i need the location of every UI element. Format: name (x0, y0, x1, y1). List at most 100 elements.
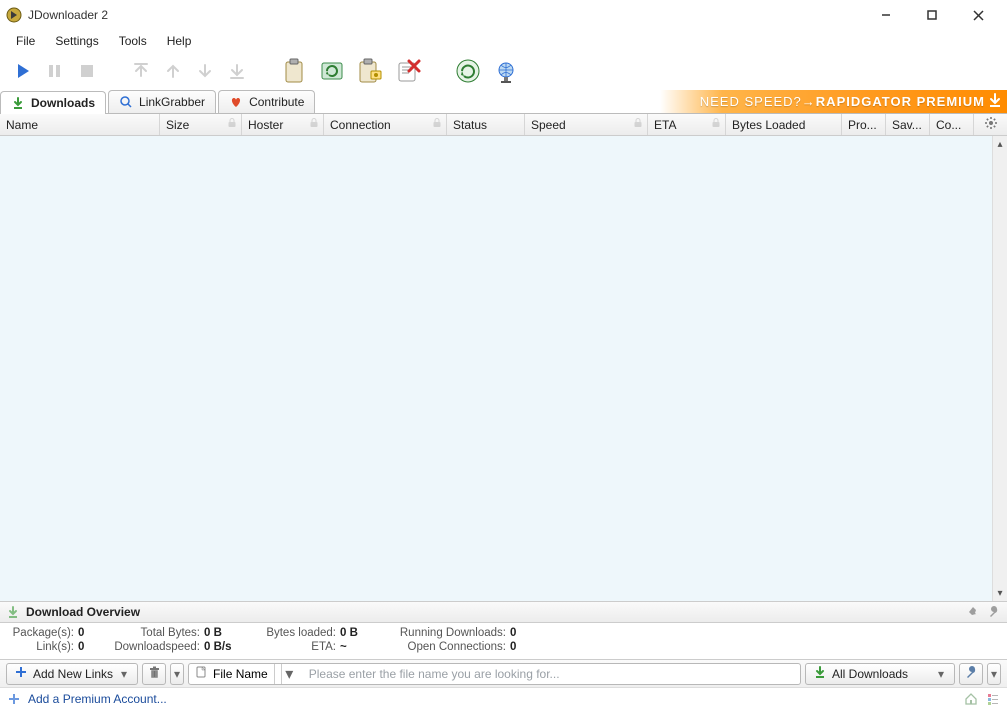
col-save-to[interactable]: Sav... (886, 114, 930, 135)
update-icon[interactable] (450, 53, 486, 89)
scroll-up-icon[interactable]: ▴ (993, 136, 1007, 152)
col-settings[interactable] (974, 114, 1007, 135)
globe-icon[interactable] (488, 53, 524, 89)
window-title: JDownloader 2 (28, 8, 108, 22)
gear-icon (985, 117, 997, 132)
tab-contribute[interactable]: Contribute (218, 90, 315, 113)
lock-icon (432, 117, 442, 131)
overview-totalbytes-label: Total Bytes: (96, 627, 204, 639)
col-connection[interactable]: Connection (324, 114, 447, 135)
tab-downloads[interactable]: Downloads (0, 91, 106, 114)
minimize-button[interactable] (863, 0, 909, 30)
scroll-down-icon[interactable]: ▾ (993, 585, 1007, 601)
tabs-row: Downloads LinkGrabber Contribute NEED SP… (0, 90, 1007, 114)
all-downloads-label: All Downloads (832, 667, 930, 681)
trash-icon (148, 666, 161, 682)
title-bar: JDownloader 2 (0, 0, 1007, 30)
move-down-button[interactable] (190, 56, 220, 86)
menu-settings[interactable]: Settings (45, 32, 108, 50)
pause-button[interactable] (40, 56, 70, 86)
promo-arrow: → (802, 94, 816, 109)
filename-filter: File Name ▾ (188, 663, 801, 685)
col-speed[interactable]: Speed (525, 114, 648, 135)
promo-download-icon (987, 92, 1003, 111)
close-button[interactable] (955, 0, 1001, 30)
linkgrabber-icon (119, 95, 133, 109)
tools-button[interactable] (959, 663, 983, 685)
lock-icon (227, 117, 237, 131)
all-downloads-button[interactable]: All Downloads ▾ (805, 663, 955, 685)
wrench-icon (965, 666, 978, 682)
wrench-icon[interactable] (987, 605, 1001, 619)
reconnect-icon[interactable] (314, 53, 350, 89)
lock-icon (309, 117, 319, 131)
table-header: Name Size Hoster Connection Status Speed… (0, 114, 1007, 136)
play-button[interactable] (8, 56, 38, 86)
lock-icon (711, 117, 721, 131)
col-name[interactable]: Name (0, 114, 160, 135)
overview-packages-label: Package(s): (8, 627, 78, 639)
home-icon[interactable] (963, 691, 979, 707)
overview-links-label: Link(s): (8, 641, 78, 653)
clipboard-monitor-icon[interactable] (352, 53, 388, 89)
filename-filter-type[interactable]: File Name (189, 664, 275, 684)
promo-right: RAPIDGATOR PREMIUM (816, 94, 985, 109)
pin-icon[interactable] (967, 605, 981, 619)
overview-header: Download Overview (0, 601, 1007, 623)
overview-downloadspeed-label: Downloadspeed: (96, 641, 204, 653)
chevron-down-icon: ▾ (989, 667, 999, 681)
main-toolbar (0, 52, 1007, 90)
col-comment[interactable]: Co... (930, 114, 974, 135)
overview-downloadspeed-value: 0 B/s (204, 641, 240, 653)
scrollbar[interactable]: ▴ ▾ (992, 136, 1007, 601)
overview-bytesloaded-value: 0 B (340, 627, 370, 639)
col-size[interactable]: Size (160, 114, 242, 135)
maximize-button[interactable] (909, 0, 955, 30)
col-hoster[interactable]: Hoster (242, 114, 324, 135)
remove-package-icon[interactable] (390, 53, 426, 89)
move-bottom-button[interactable] (222, 56, 252, 86)
download-icon (11, 96, 25, 110)
promo-banner[interactable]: NEED SPEED? → RAPIDGATOR PREMIUM (660, 90, 1007, 113)
list-icon[interactable] (985, 691, 1001, 707)
overview-openconn-label: Open Connections: (370, 641, 510, 653)
search-input[interactable] (303, 664, 800, 684)
clipboard-icon[interactable] (276, 53, 312, 89)
add-new-links-label: Add New Links (33, 667, 113, 681)
menu-file[interactable]: File (6, 32, 45, 50)
chevron-down-icon: ▾ (119, 667, 129, 681)
add-new-links-button[interactable]: Add New Links ▾ (6, 663, 138, 685)
overview-totalbytes-value: 0 B (204, 627, 240, 639)
trash-button[interactable] (142, 663, 166, 685)
tools-dropdown[interactable]: ▾ (987, 663, 1001, 685)
menu-help[interactable]: Help (157, 32, 202, 50)
app-icon (6, 7, 22, 23)
chevron-down-icon: ▾ (936, 667, 946, 681)
download-icon (814, 666, 826, 681)
filename-filter-dropdown[interactable]: ▾ (281, 664, 297, 684)
move-top-button[interactable] (126, 56, 156, 86)
download-icon (6, 605, 20, 619)
add-premium-link[interactable]: Add a Premium Account... (28, 692, 167, 706)
overview-openconn-value: 0 (510, 641, 530, 653)
move-up-button[interactable] (158, 56, 188, 86)
col-progress[interactable]: Pro... (842, 114, 886, 135)
promo-left: NEED SPEED? (700, 94, 802, 109)
tab-downloads-label: Downloads (31, 96, 95, 110)
overview-bytesloaded-label: Bytes loaded: (240, 627, 340, 639)
chevron-down-icon: ▾ (172, 667, 182, 681)
stop-button[interactable] (72, 56, 102, 86)
download-list[interactable]: ▴ ▾ (0, 136, 1007, 601)
trash-dropdown[interactable]: ▾ (170, 663, 184, 685)
status-bar: Add a Premium Account... (0, 687, 1007, 709)
col-eta[interactable]: ETA (648, 114, 726, 135)
overview-eta-value: ~ (340, 641, 370, 653)
menu-tools[interactable]: Tools (109, 32, 157, 50)
overview-body: Package(s): 0 Total Bytes: 0 B Bytes loa… (0, 623, 1007, 659)
col-bytes-loaded[interactable]: Bytes Loaded (726, 114, 842, 135)
col-status[interactable]: Status (447, 114, 525, 135)
heart-icon (229, 95, 243, 109)
lock-icon (633, 117, 643, 131)
tab-linkgrabber[interactable]: LinkGrabber (108, 90, 216, 113)
tab-linkgrabber-label: LinkGrabber (139, 95, 205, 109)
